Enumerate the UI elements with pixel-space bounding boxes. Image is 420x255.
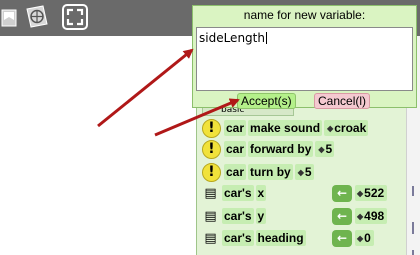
block-row[interactable]: ! car forward by ◆ 5 <box>202 139 335 159</box>
globe-page-icon[interactable] <box>24 4 50 30</box>
document-icon[interactable]: ▤ <box>202 184 219 203</box>
updown-icon: ◆ <box>327 123 334 133</box>
block-verb: y <box>255 208 267 224</box>
left-arrow-icon[interactable]: ← <box>332 207 352 225</box>
updown-icon: ◆ <box>357 188 364 198</box>
block-value: 498 <box>364 209 385 223</box>
number-stepper[interactable]: ◆ 5 <box>315 141 335 157</box>
block-verb: make sound <box>248 120 323 136</box>
document-icon[interactable]: ▤ <box>202 207 219 226</box>
sound-selector[interactable]: ◆ croak <box>324 120 369 136</box>
block-value: 522 <box>364 186 385 200</box>
block-verb: heading <box>255 230 306 246</box>
block-subject: car's <box>222 230 254 246</box>
variable-name-field[interactable]: sideLength <box>196 27 413 91</box>
block-value: 0 <box>364 231 371 245</box>
updown-icon: ◆ <box>297 167 304 177</box>
block-verb: forward by <box>248 141 314 157</box>
updown-icon: ◆ <box>357 211 364 221</box>
block-subject: car's <box>222 185 254 201</box>
exclamation-icon[interactable]: ! <box>202 118 221 138</box>
exclamation-icon[interactable]: ! <box>202 139 221 159</box>
fullscreen-icon[interactable] <box>62 4 88 30</box>
annotation-arrow <box>97 48 194 128</box>
block-arg: croak <box>334 121 367 135</box>
block-subject: car's <box>222 208 254 224</box>
cancel-button[interactable]: Cancel(l) <box>314 93 371 109</box>
block-verb: x <box>255 185 267 201</box>
updown-icon: ◆ <box>318 144 325 154</box>
exclamation-icon[interactable]: ! <box>202 162 221 182</box>
bookmark-flag-icon[interactable] <box>0 4 26 30</box>
block-subject: car <box>224 164 247 180</box>
block-arg: 5 <box>304 165 312 179</box>
block-verb: turn by <box>248 164 293 180</box>
block-row[interactable]: ! car make sound ◆ croak <box>202 118 369 138</box>
block-subject: car <box>224 141 247 157</box>
new-variable-dialog: name for new variable: sideLength Accept… <box>192 5 417 109</box>
dialog-title: name for new variable: <box>243 8 366 22</box>
block-row[interactable]: ! car turn by ◆ 5 <box>202 162 314 182</box>
block-row[interactable]: ▤ car's y <box>202 206 268 226</box>
accept-button[interactable]: Accept(s) <box>237 93 296 109</box>
variable-name-value: sideLength <box>199 31 265 45</box>
value-getter[interactable]: ← ◆ 522 <box>332 183 388 203</box>
number-stepper[interactable]: ◆ 5 <box>294 164 314 180</box>
left-arrow-icon[interactable]: ← <box>332 184 352 202</box>
value-getter[interactable]: ← ◆ 0 <box>332 228 374 248</box>
block-arg: 5 <box>325 142 333 156</box>
block-row[interactable]: ▤ car's x <box>202 183 268 203</box>
text-caret <box>265 32 267 44</box>
value-getter[interactable]: ← ◆ 498 <box>332 206 388 226</box>
left-arrow-icon[interactable]: ← <box>332 229 352 247</box>
document-icon[interactable]: ▤ <box>202 229 219 248</box>
updown-icon: ◆ <box>357 233 364 243</box>
block-row[interactable]: ▤ car's heading <box>202 228 308 248</box>
block-subject: car <box>224 120 247 136</box>
